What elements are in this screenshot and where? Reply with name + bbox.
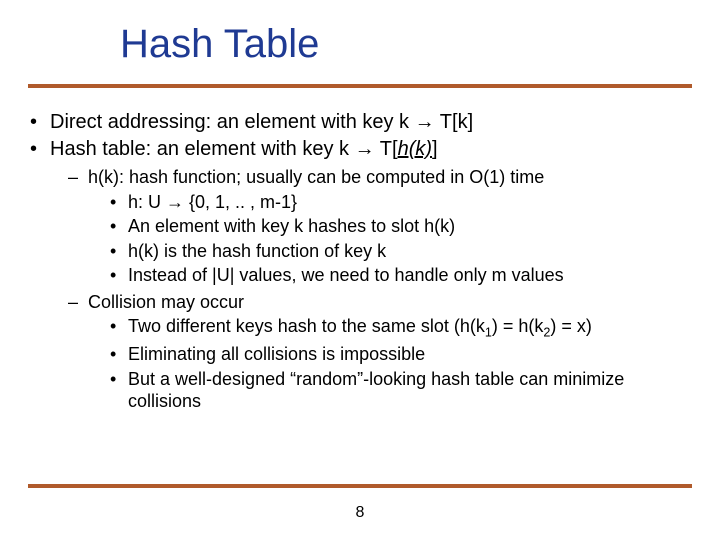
bullet-hash-table: Hash table: an element with key k → T[h(… — [28, 137, 692, 162]
slide-title: Hash Table — [120, 22, 319, 67]
text: h(k): hash function; usually can be comp… — [88, 167, 544, 187]
text: ) = h(k — [492, 316, 544, 336]
page-number: 8 — [0, 504, 720, 522]
text: T[k] — [435, 111, 474, 133]
subscript-1: 1 — [485, 326, 492, 340]
bullet-m-values: Instead of |U| values, we need to handle… — [28, 264, 692, 287]
bullet-collision: Collision may occur — [28, 291, 692, 314]
text: Eliminating all collisions is impossible — [128, 344, 425, 364]
text: An element with key k hashes to slot h(k… — [128, 216, 455, 236]
hk-emphasis: h(k) — [398, 138, 432, 160]
bullet-eliminate-impossible: Eliminating all collisions is impossible — [28, 343, 692, 366]
arrow-icon: → — [166, 192, 184, 212]
divider-bottom — [28, 484, 692, 488]
text: h(k) is the hash function of key k — [128, 241, 386, 261]
slide-body: Direct addressing: an element with key k… — [28, 110, 692, 413]
text: Instead of |U| values, we need to handle… — [128, 265, 564, 285]
divider-top — [28, 84, 692, 88]
bullet-hk-definition: h(k): hash function; usually can be comp… — [28, 166, 692, 189]
text: ] — [432, 138, 438, 160]
bullet-hk-is-function: h(k) is the hash function of key k — [28, 240, 692, 263]
text: Two different keys hash to the same slot… — [128, 316, 485, 336]
text: Hash table: an element with key k — [50, 138, 355, 160]
text: ) = x) — [550, 316, 592, 336]
text: {0, 1, .. , m-1} — [184, 192, 297, 212]
bullet-hashes-to-slot: An element with key k hashes to slot h(k… — [28, 215, 692, 238]
arrow-icon: → — [415, 111, 435, 133]
arrow-icon: → — [355, 138, 375, 160]
slide: Hash Table Direct addressing: an element… — [0, 0, 720, 540]
text: Direct addressing: an element with key k — [50, 111, 415, 133]
bullet-two-keys-same-slot: Two different keys hash to the same slot… — [28, 315, 692, 341]
text: h: U — [128, 192, 166, 212]
bullet-direct-addressing: Direct addressing: an element with key k… — [28, 110, 692, 135]
text: But a well-designed “random”-looking has… — [128, 369, 624, 412]
bullet-h-domain: h: U → {0, 1, .. , m-1} — [28, 191, 692, 214]
text: T[ — [375, 138, 398, 160]
text: Collision may occur — [88, 292, 244, 312]
bullet-minimize-collisions: But a well-designed “random”-looking has… — [28, 368, 692, 413]
